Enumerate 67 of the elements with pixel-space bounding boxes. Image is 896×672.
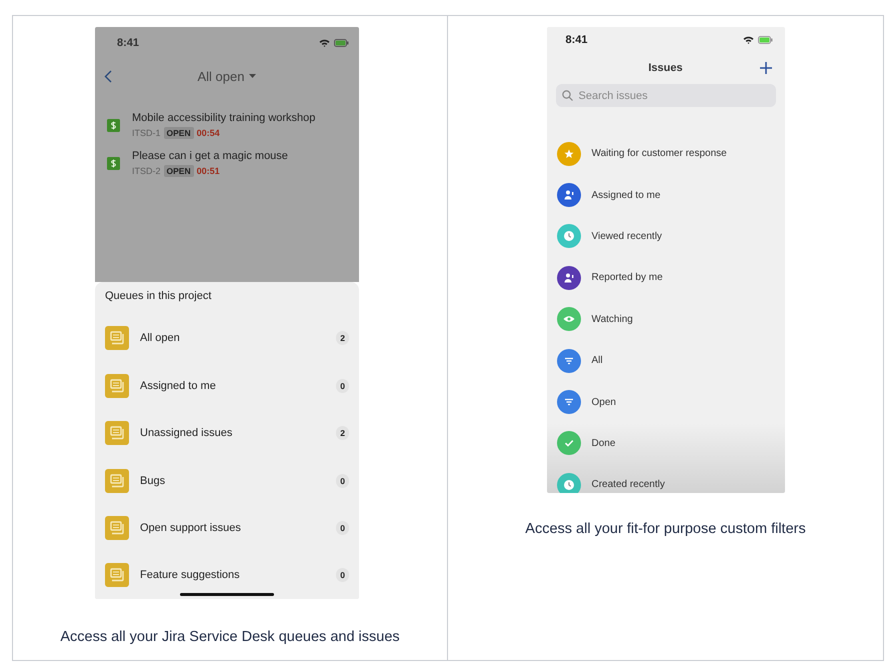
wifi-icon: [319, 39, 330, 47]
queue-count: 2: [336, 331, 349, 346]
issue-key: ITSD-2: [132, 166, 161, 176]
caret-icon: [249, 74, 256, 78]
issue-timer: 00:51: [196, 166, 220, 176]
dollar-icon: [107, 157, 120, 170]
queue-name: Bugs: [140, 474, 166, 487]
plus-icon[interactable]: [760, 62, 772, 74]
sheet-title: Queues in this project: [105, 290, 212, 302]
issue-key: ITSD-1: [132, 128, 161, 138]
filter-name: Open: [592, 396, 616, 408]
filter-name: Viewed recently: [592, 230, 662, 242]
status-lozenge: OPEN: [164, 127, 194, 139]
filter-item[interactable]: All: [556, 340, 784, 382]
filter-name: All: [592, 355, 603, 366]
search-field[interactable]: Search issues: [556, 84, 776, 107]
battery-icon: [334, 39, 349, 47]
queue-item[interactable]: Bugs 0: [105, 456, 349, 504]
filter-name: Watching: [592, 314, 633, 325]
status-time: 8:41: [117, 37, 140, 49]
queue-item[interactable]: Assigned to me 0: [105, 362, 349, 410]
queue-name: Assigned to me: [140, 380, 217, 392]
wifi-icon: [742, 36, 754, 44]
queue-count: 0: [336, 474, 349, 488]
filter-item[interactable]: Assigned to me: [556, 174, 784, 216]
dollar-icon: [107, 119, 120, 132]
status-time: 8:41: [566, 34, 588, 46]
screen-title: Issues: [648, 62, 683, 74]
queue-item[interactable]: Open support issues 0: [105, 504, 349, 552]
issue-timer: 00:54: [196, 128, 220, 138]
filter-item[interactable]: Created recently: [556, 464, 784, 493]
filter-item[interactable]: Done: [556, 422, 784, 464]
caption: Access all your Jira Service Desk queues and issues: [60, 629, 400, 645]
filter-name: Waiting for customer response: [592, 148, 727, 160]
queue-item[interactable]: Feature suggestions 0: [105, 552, 349, 599]
queue-dropdown[interactable]: All open: [198, 68, 256, 84]
queue-icon: [105, 563, 129, 588]
filter-item[interactable]: Viewed recently: [556, 216, 784, 258]
caption: Access all your fit-for purpose custom filters: [525, 521, 806, 537]
filter-name: Assigned to me: [592, 190, 660, 201]
queue-name: Open support issues: [140, 522, 242, 534]
queue-icon: [105, 374, 129, 398]
queue-name: All open: [140, 332, 181, 344]
back-icon[interactable]: [104, 70, 112, 83]
queue-count: 0: [336, 520, 349, 535]
issue-title[interactable]: Please can i get a magic mouse: [132, 150, 288, 162]
filter-item[interactable]: Waiting for customer response: [556, 133, 784, 174]
queue-icon: [105, 468, 129, 493]
filter-item[interactable]: Watching: [556, 298, 784, 340]
battery-icon: [758, 36, 772, 44]
queue-icon: [105, 326, 129, 350]
filter-name: Created recently: [592, 479, 665, 490]
queue-item[interactable]: Unassigned issues 2: [105, 409, 349, 457]
filter-item[interactable]: Open: [556, 381, 784, 423]
filter-name: Reported by me: [592, 272, 663, 284]
queue-count: 2: [336, 426, 349, 440]
status-lozenge: OPEN: [164, 165, 194, 177]
queue-count: 0: [336, 378, 349, 393]
filter-name: Done: [592, 438, 616, 449]
queue-icon: [105, 516, 129, 540]
queue-item[interactable]: All open 2: [105, 314, 349, 362]
queue-count: 0: [336, 568, 349, 582]
queue-name: Unassigned issues: [140, 427, 234, 440]
filter-item[interactable]: Reported by me: [556, 257, 784, 299]
queue-icon: [105, 421, 129, 446]
queue-name: Feature suggestions: [140, 569, 241, 582]
issue-title[interactable]: Mobile accessibility training workshop: [132, 112, 316, 124]
